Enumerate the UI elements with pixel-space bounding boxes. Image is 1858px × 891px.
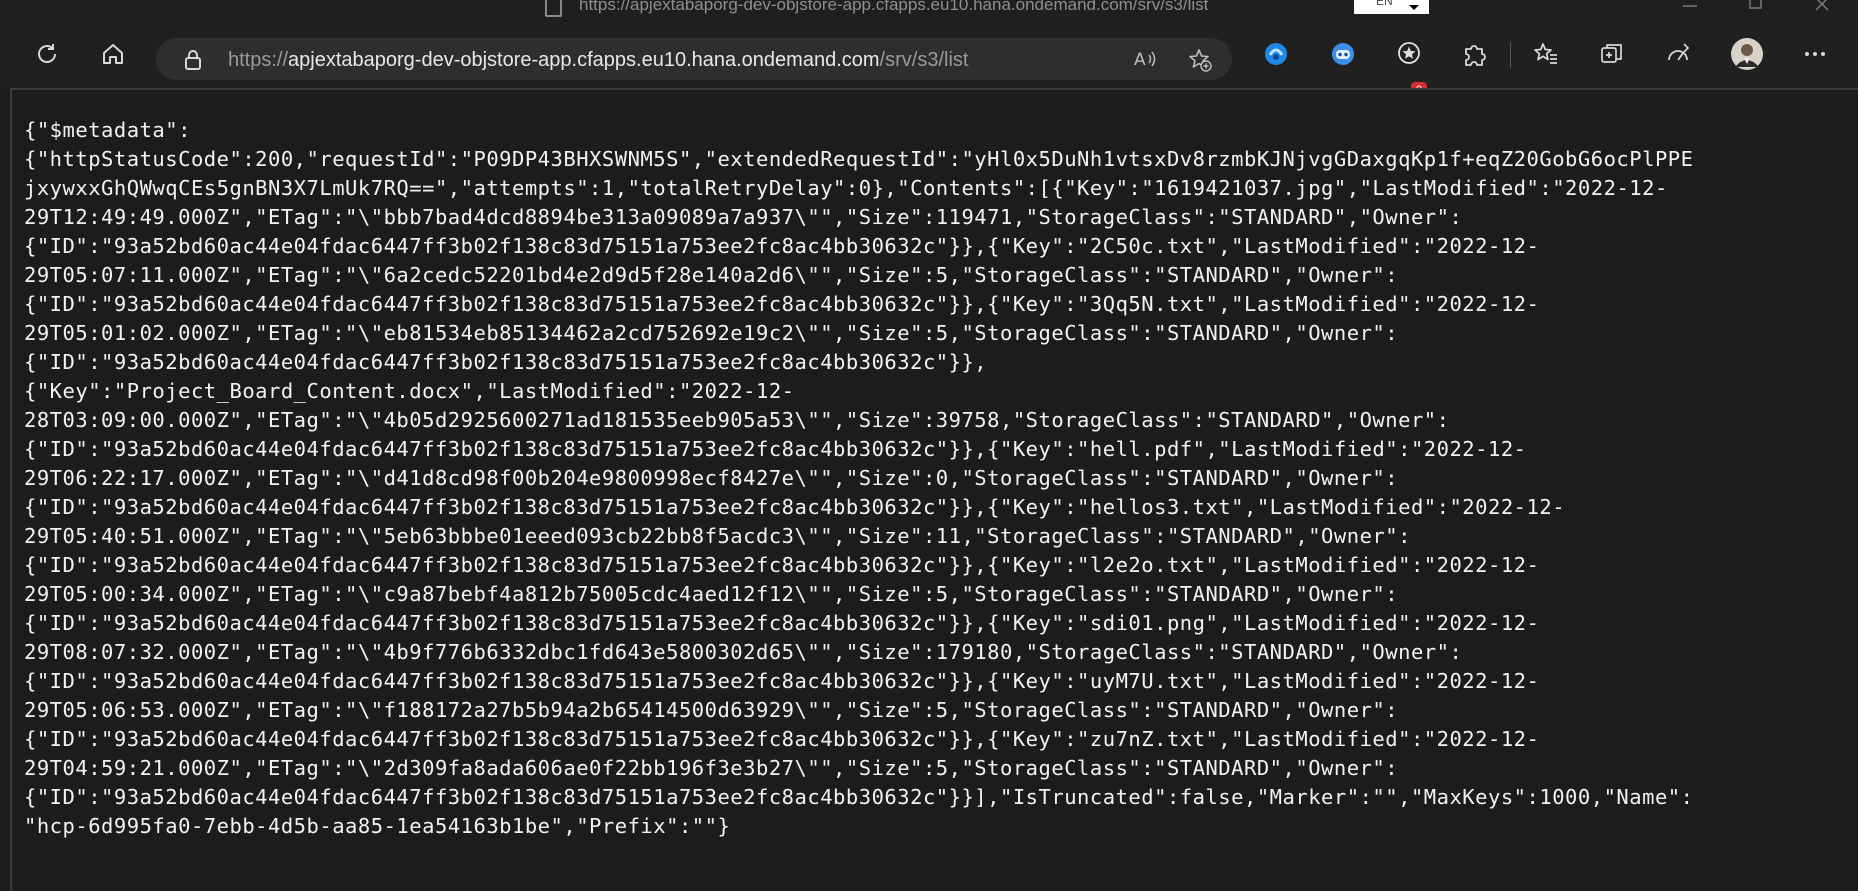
json-line: {"ID":"93a52bd60ac44e04fdac6447ff3b02f13… [24,495,1566,519]
window-titlebar: https://apjextabaporg-dev-objstore-app.c… [0,0,1858,20]
json-line: 29T12:49:49.000Z","ETag":"\"bbb7bad4dcd8… [24,205,1463,229]
home-button[interactable] [95,36,131,72]
address-bar[interactable]: https://apjextabaporg-dev-objstore-app.c… [156,38,1232,80]
json-line: 29T04:59:21.000Z","ETag":"\"2d309fa8ada6… [24,756,1399,780]
json-line: jxywxxGhQWwqCEs5gnBN3X7LmUk7RQ==","attem… [24,176,1668,200]
profile-avatar [1731,38,1763,70]
json-line: {"$metadata": [24,118,191,142]
performance-button[interactable] [1660,36,1696,72]
more-menu-icon [1805,52,1825,56]
collections-button[interactable] [1594,36,1630,72]
performance-icon [1668,43,1690,61]
url-host: apjextabaporg-dev-objstore-app.cfapps.eu… [288,49,880,71]
url-path: /srv/s3/list [879,49,969,71]
restore-icon[interactable] [1745,0,1767,16]
url-prefix: https:// [228,49,289,71]
extension-star-icon [1398,42,1420,64]
language-label: EN [1376,0,1393,8]
browser-toolbar: https://apjextabaporg-dev-objstore-app.c… [0,20,1858,98]
extensions-button[interactable] [1456,36,1492,72]
document-icon [545,0,562,17]
json-line: "hcp-6d995fa0-7ebb-4d5b-aa85-1ea54163b1b… [24,814,731,838]
url-text[interactable]: https://apjextabaporg-dev-objstore-app.c… [228,49,968,72]
close-icon[interactable] [1812,0,1834,16]
json-line: {"ID":"93a52bd60ac44e04fdac6447ff3b02f13… [24,292,1540,316]
language-indicator[interactable]: EN [1354,0,1429,14]
json-line: {"httpStatusCode":200,"requestId":"P09DP… [24,147,1694,171]
json-line: {"ID":"93a52bd60ac44e04fdac6447ff3b02f13… [24,611,1540,635]
toolbar-divider [1510,42,1511,68]
favorites-icon [1534,43,1557,64]
extension-blue-button[interactable] [1258,36,1294,72]
extension-robot-icon [1332,43,1354,65]
extension-star-button[interactable] [1391,36,1427,72]
json-line: 29T05:01:02.000Z","ETag":"\"eb81534eb851… [24,321,1399,345]
json-line: 29T05:07:11.000Z","ETag":"\"6a2cedc52201… [24,263,1399,287]
chevron-down-icon [1409,5,1419,10]
json-line: 29T05:40:51.000Z","ETag":"\"5eb63bbbe01e… [24,524,1411,548]
json-line: 29T06:22:17.000Z","ETag":"\"d41d8cd98f00… [24,466,1399,490]
window-title: https://apjextabaporg-dev-objstore-app.c… [579,0,1209,14]
json-line: {"ID":"93a52bd60ac44e04fdac6447ff3b02f13… [24,234,1540,258]
home-icon [103,44,123,64]
json-line: {"ID":"93a52bd60ac44e04fdac6447ff3b02f13… [24,727,1540,751]
add-favorite-icon[interactable] [1187,47,1213,73]
refresh-button[interactable] [29,36,65,72]
lock-icon[interactable] [184,49,202,71]
page-content: {"$metadata": {"httpStatusCode":200,"requ… [10,88,1858,891]
json-line: {"ID":"93a52bd60ac44e04fdac6447ff3b02f13… [24,350,988,374]
json-line: {"ID":"93a52bd60ac44e04fdac6447ff3b02f13… [24,553,1540,577]
extension-blue-icon [1265,43,1287,65]
minimize-icon[interactable] [1679,0,1701,16]
json-line: {"Key":"Project_Board_Content.docx","Las… [24,379,795,403]
favorites-button[interactable] [1528,36,1564,72]
profile-button[interactable] [1729,36,1765,72]
svg-text:A: A [1134,50,1146,70]
json-line: 29T05:00:34.000Z","ETag":"\"c9a87bebf4a8… [24,582,1399,606]
json-line: 29T05:06:53.000Z","ETag":"\"f188172a27b5… [24,698,1399,722]
json-line: {"ID":"93a52bd60ac44e04fdac6447ff3b02f13… [24,437,1527,461]
json-line: 28T03:09:00.000Z","ETag":"\"4b05d2925600… [24,408,1450,432]
json-line: {"ID":"93a52bd60ac44e04fdac6447ff3b02f13… [24,669,1540,693]
json-response-body[interactable]: {"$metadata": {"httpStatusCode":200,"requ… [24,116,1854,841]
extension-robot-button[interactable] [1325,36,1361,72]
collections-icon [1601,44,1622,63]
read-aloud-icon[interactable]: A [1133,47,1159,71]
puzzle-extensions-icon [1465,45,1486,66]
json-line: {"ID":"93a52bd60ac44e04fdac6447ff3b02f13… [24,785,1694,809]
more-menu-button[interactable] [1797,36,1833,72]
json-line: 29T08:07:32.000Z","ETag":"\"4b9f776b6332… [24,640,1463,664]
refresh-icon [38,44,56,63]
